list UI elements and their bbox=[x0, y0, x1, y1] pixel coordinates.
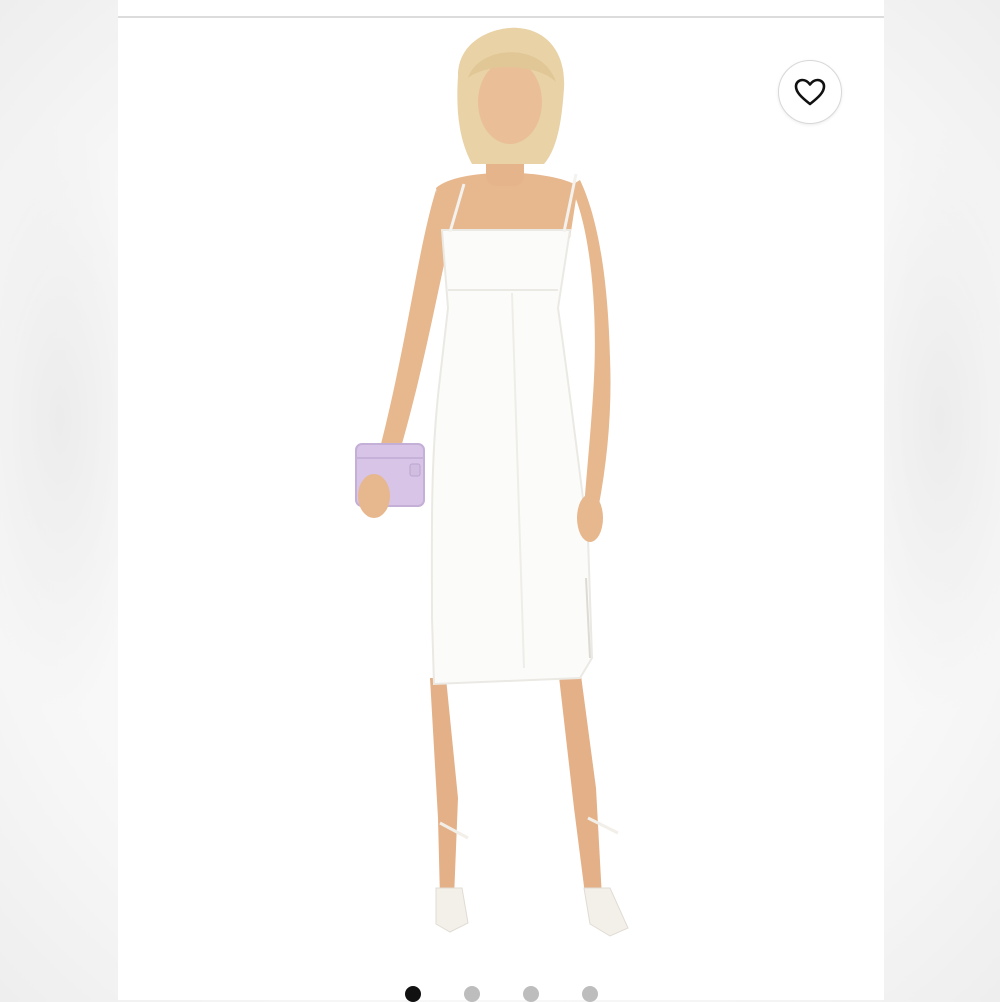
left-sandal bbox=[435, 887, 469, 933]
product-photo[interactable] bbox=[118, 18, 884, 980]
face bbox=[478, 60, 542, 144]
right-leg bbox=[558, 668, 602, 902]
right-sandal bbox=[583, 887, 629, 937]
product-image-card bbox=[118, 0, 884, 1002]
model-illustration bbox=[355, 27, 629, 937]
wishlist-button[interactable] bbox=[778, 60, 842, 124]
left-hand bbox=[577, 494, 603, 542]
heart-outline-icon bbox=[794, 78, 826, 106]
left-leg bbox=[430, 678, 458, 898]
carousel-pagination bbox=[118, 984, 884, 1002]
right-hand bbox=[358, 474, 390, 518]
